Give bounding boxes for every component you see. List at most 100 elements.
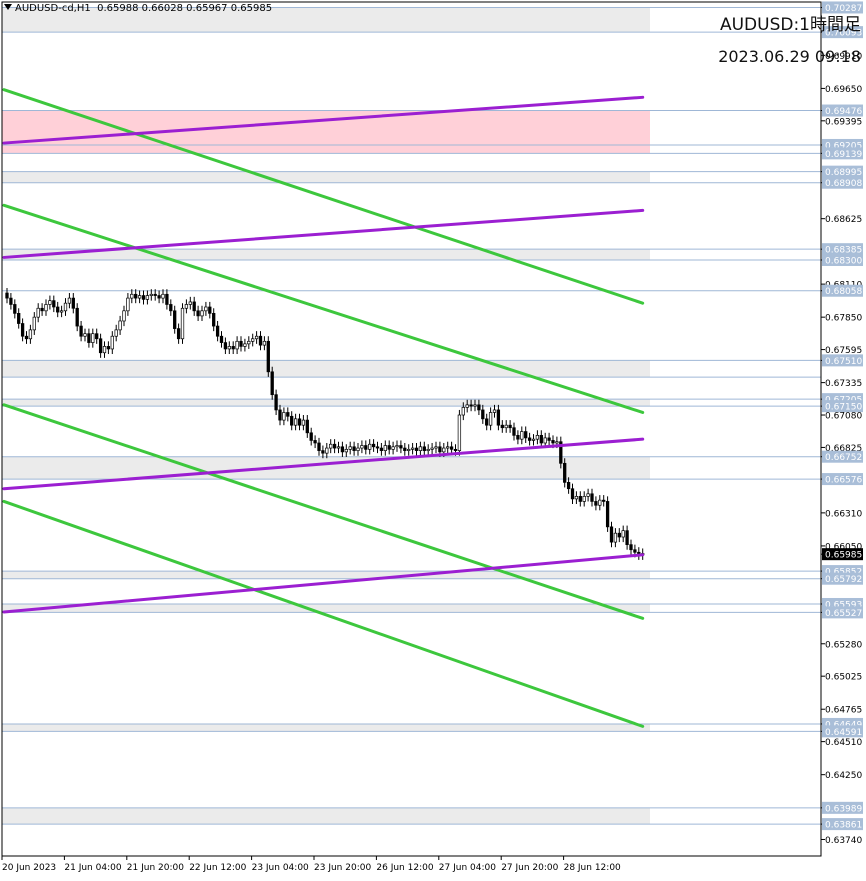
candle-body	[262, 340, 267, 346]
price-chart[interactable]: 0.702870.700930.699100.696500.694760.693…	[0, 0, 866, 876]
candle	[141, 290, 146, 305]
candle	[485, 413, 489, 431]
candle	[527, 432, 532, 446]
candle	[28, 324, 33, 344]
candle-body	[212, 313, 216, 327]
candle-body	[141, 295, 146, 300]
candle-body	[465, 404, 469, 408]
candle-body	[52, 300, 56, 308]
candle-body	[512, 427, 516, 436]
candle	[430, 442, 434, 455]
candle-body	[555, 441, 559, 444]
candle-body	[551, 440, 555, 444]
candle	[504, 420, 508, 433]
candle	[79, 320, 83, 342]
candle	[481, 404, 485, 424]
candle-body	[79, 325, 83, 337]
candle-body	[130, 293, 134, 299]
candle-body	[180, 307, 185, 340]
candle	[130, 289, 134, 304]
time-axis[interactable]: 20 Jun 2023 21 Jun 04:00 21 Jun 20:00 22 Ju…	[1, 856, 621, 873]
purple-trendline	[2, 553, 645, 614]
candle	[352, 441, 356, 456]
candle	[410, 442, 415, 455]
candle-body	[340, 446, 345, 453]
zone-rect	[2, 171, 650, 183]
candle	[566, 477, 571, 494]
candle-body	[278, 409, 282, 421]
candle	[590, 488, 594, 507]
candle-body	[153, 293, 157, 296]
candle	[196, 305, 200, 321]
candle-body	[59, 310, 64, 313]
candle-body	[32, 316, 36, 331]
candle-body	[586, 493, 590, 497]
green-trendline	[2, 403, 645, 620]
candle-body	[391, 446, 395, 450]
candle-body	[524, 431, 528, 439]
candle	[613, 528, 618, 548]
price-axis[interactable]: 0.702870.700930.699100.696500.694760.693…	[821, 1, 863, 846]
candle-body	[633, 549, 637, 553]
candle	[524, 426, 528, 443]
candle	[95, 328, 99, 344]
zone-rect	[2, 110, 650, 154]
candle-body	[332, 443, 337, 449]
price-tick-label: 0.63740	[825, 836, 862, 846]
candle	[83, 328, 87, 342]
candle-body	[457, 414, 462, 451]
candle	[399, 440, 403, 454]
price-tick-label: 0.65527	[825, 609, 862, 619]
candle	[106, 341, 111, 355]
candle-body	[75, 307, 79, 327]
candle	[434, 441, 438, 454]
candle	[500, 420, 504, 433]
overlay-datetime: 2023.06.29 09:18	[718, 47, 861, 66]
candle	[36, 303, 40, 323]
candle	[176, 323, 181, 344]
price-tick-label: 0.66576	[825, 476, 862, 486]
candle-body	[407, 448, 411, 451]
price-tick-label: 0.63989	[825, 804, 862, 814]
candle	[56, 301, 60, 318]
candle-body	[91, 333, 95, 343]
candle	[629, 539, 633, 555]
time-tick-label: 27 Jun 04:00	[439, 863, 496, 873]
candle	[297, 413, 302, 431]
candle	[145, 290, 150, 305]
candle-body	[301, 419, 306, 426]
candle-body	[165, 293, 169, 305]
candle-body	[371, 443, 376, 448]
candle-body	[430, 447, 434, 450]
candle-body	[297, 418, 302, 426]
candle-body	[375, 446, 380, 449]
candle-body	[286, 412, 290, 417]
candle	[379, 442, 384, 456]
candle-body	[520, 431, 524, 440]
candle	[531, 434, 536, 446]
dropdown-triangle-icon[interactable]	[4, 4, 12, 10]
candle-body	[188, 301, 192, 305]
candle-body	[403, 447, 407, 451]
candle	[243, 338, 247, 352]
candle	[520, 426, 524, 445]
candle-body	[442, 447, 446, 453]
candle	[215, 320, 220, 342]
candle-body	[504, 424, 508, 429]
candle	[278, 404, 282, 426]
price-tick-label: 0.64591	[825, 728, 862, 738]
candle	[375, 441, 380, 454]
price-tick-label: 0.66752	[825, 453, 862, 463]
candle-body	[102, 346, 107, 354]
zone-rect	[2, 807, 650, 825]
candle	[17, 308, 21, 329]
candle	[59, 305, 64, 318]
candle-body	[274, 394, 278, 411]
candle-body	[422, 446, 426, 451]
candle	[395, 440, 399, 452]
candle	[5, 287, 9, 304]
candle	[547, 432, 551, 446]
candle	[570, 483, 575, 504]
candle	[340, 441, 345, 457]
candle-body	[344, 448, 348, 453]
